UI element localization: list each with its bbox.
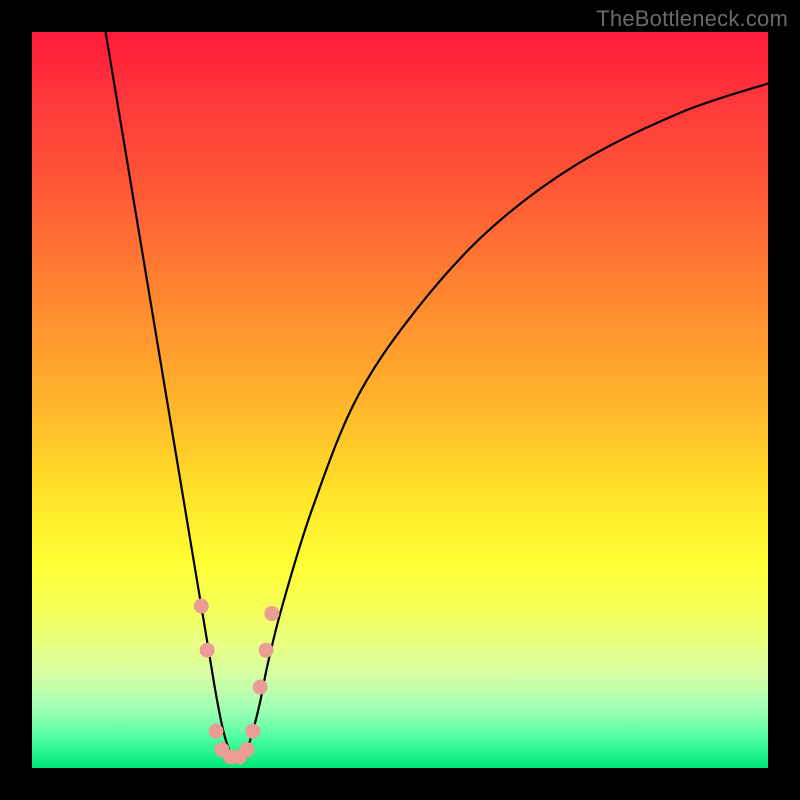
highlight-dot xyxy=(253,680,268,695)
chart-frame: TheBottleneck.com xyxy=(0,0,800,800)
highlight-dot xyxy=(245,724,260,739)
highlight-dots xyxy=(194,599,280,765)
highlight-dot xyxy=(194,599,209,614)
watermark-text: TheBottleneck.com xyxy=(596,6,788,32)
highlight-dot xyxy=(259,643,274,658)
highlight-dot xyxy=(239,742,254,757)
highlight-dot xyxy=(209,724,224,739)
highlight-dot xyxy=(264,606,279,621)
curve-layer xyxy=(32,32,768,768)
highlight-dot xyxy=(200,643,215,658)
plot-area xyxy=(32,32,768,768)
